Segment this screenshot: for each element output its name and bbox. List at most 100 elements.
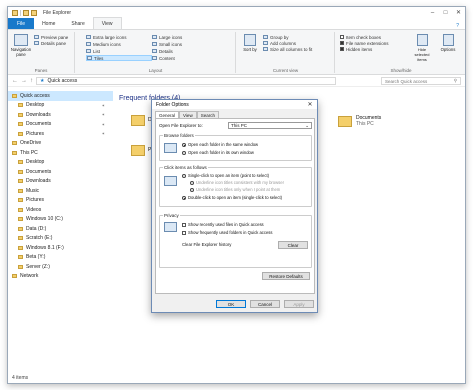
nav-item[interactable]: Data (D:) [8, 224, 113, 234]
restore-defaults-button[interactable]: Restore Defaults [262, 272, 310, 280]
own-window-radio[interactable]: Open each folder in its own window [182, 150, 254, 155]
click-items-group: Click items as follows Single-click to o… [159, 165, 312, 207]
documents-folder-icon[interactable] [338, 116, 352, 127]
nav-item[interactable]: Documents ✶ [8, 120, 113, 130]
folder-icon [18, 188, 23, 193]
browse-folders-illustration [164, 143, 177, 153]
size-columns-button[interactable]: Size all columns to fit [263, 46, 312, 52]
tab-search[interactable]: Search [196, 111, 219, 118]
back-icon[interactable]: ← [12, 78, 18, 84]
tab-view[interactable]: View [179, 111, 197, 118]
folder-icon[interactable] [131, 145, 145, 156]
open-to-select[interactable]: This PC ⌄ [228, 122, 312, 129]
file-extensions-checkbox[interactable]: File name extensions [340, 40, 389, 46]
folder-icon [18, 103, 23, 108]
current-view-group: Sort by Group by Add columns Size all co… [237, 32, 335, 73]
options-button[interactable]: Options [436, 34, 460, 52]
nav-item[interactable]: Windows 8.1 (F:) [8, 243, 113, 253]
tab-file[interactable]: File [8, 18, 35, 29]
status-bar: 4 items [12, 375, 29, 381]
up-icon[interactable]: ↑ [30, 78, 33, 84]
nav-item[interactable]: Desktop [8, 158, 113, 168]
tab-general[interactable]: General [155, 111, 180, 118]
dialog-title-bar: Folder Options ✕ [152, 100, 317, 109]
search-input[interactable]: Search Quick access ⚲ [381, 77, 461, 85]
forward-icon[interactable]: → [21, 78, 27, 84]
nav-item[interactable]: Beta (Y:) [8, 253, 113, 263]
layout-details[interactable]: Details [152, 48, 212, 54]
help-icon[interactable]: ? [456, 23, 459, 29]
tab-home[interactable]: Home [34, 18, 63, 29]
navigation-pane: Quick access Desktop ✶ Downloads ✶ Documents ✶… [8, 91, 113, 371]
chevron-down-icon: ⌄ [305, 122, 309, 128]
folder-icon [18, 160, 23, 165]
folder-icon[interactable] [131, 115, 145, 126]
layout-medium-icons[interactable]: Medium icons [86, 41, 152, 47]
ok-button[interactable]: OK [216, 300, 246, 308]
folder-icon [18, 226, 23, 231]
hide-selected-button[interactable]: Hide selected items [410, 34, 434, 62]
close-icon[interactable]: ✕ [452, 7, 465, 18]
pin-icon: ✶ [101, 131, 105, 137]
underline-browser-radio[interactable]: Underline icon titles consistent with my… [190, 180, 284, 185]
show-recent-files-checkbox[interactable]: Show recently used files in Quick access [182, 222, 264, 227]
folder-icon [12, 274, 17, 279]
nav-item[interactable]: Documents [8, 167, 113, 177]
details-pane-icon [34, 41, 39, 45]
nav-item[interactable]: Server (Z:) [8, 262, 113, 272]
nav-item[interactable]: Scratch (E:) [8, 234, 113, 244]
layout-tiles[interactable]: Tiles [86, 55, 152, 61]
navigation-pane-button[interactable]: Navigation pane [10, 34, 32, 57]
folder-icon [18, 122, 23, 127]
new-folder-icon[interactable] [31, 9, 37, 16]
nav-item[interactable]: This PC [8, 148, 113, 158]
nav-item[interactable]: Music [8, 186, 113, 196]
address-bar[interactable]: ★ Quick access [36, 76, 336, 85]
show-hide-group: Item check boxes File name extensions Hi… [336, 32, 465, 73]
details-pane-button[interactable]: Details pane [34, 40, 68, 46]
browse-folders-group: Browse folders Open each folder in the s… [159, 133, 312, 161]
apply-button[interactable]: Apply [284, 300, 314, 308]
nav-item[interactable]: Desktop ✶ [8, 101, 113, 111]
minimize-icon[interactable]: – [426, 7, 439, 18]
same-window-radio[interactable]: Open each folder in the same window [182, 142, 258, 147]
hide-selected-icon [416, 34, 428, 46]
layout-small-icons[interactable]: Small icons [152, 41, 212, 47]
preview-pane-icon [34, 35, 39, 39]
underline-point-radio[interactable]: Underline icon titles only when I point … [190, 187, 280, 192]
quick-access-toolbar [8, 9, 37, 16]
folder-icon [12, 141, 17, 146]
close-icon[interactable]: ✕ [305, 100, 315, 108]
nav-item[interactable]: Windows 10 (C:) [8, 215, 113, 225]
layout-list[interactable]: List [86, 48, 152, 54]
nav-item[interactable]: Quick access [8, 91, 113, 101]
nav-item[interactable]: OneDrive [8, 139, 113, 149]
nav-item[interactable]: Downloads ✶ [8, 110, 113, 120]
sort-by-button[interactable]: Sort by [240, 34, 260, 52]
cancel-button[interactable]: Cancel [250, 300, 280, 308]
layout-extra-large-icons[interactable]: Extra large icons [86, 34, 152, 40]
double-click-radio[interactable]: Double-click to open an item (single-cli… [182, 195, 282, 200]
folder-icon [18, 169, 23, 174]
show-frequent-folders-checkbox[interactable]: Show frequently used folders in Quick ac… [182, 230, 273, 235]
tab-view[interactable]: View [92, 17, 122, 29]
folder-icon [18, 112, 23, 117]
layout-large-icons[interactable]: Large icons [152, 34, 212, 40]
tab-share[interactable]: Share [63, 18, 92, 29]
properties-icon[interactable] [23, 9, 29, 16]
folder-icon [18, 179, 23, 184]
nav-item[interactable]: Downloads [8, 177, 113, 187]
layout-content[interactable]: Content [152, 55, 212, 61]
nav-item[interactable]: Pictures [8, 196, 113, 206]
nav-item[interactable]: Pictures ✶ [8, 129, 113, 139]
general-tab-panel: Open File Explorer to: This PC ⌄ Browse … [155, 118, 315, 294]
maximize-icon[interactable]: □ [439, 7, 452, 18]
nav-item[interactable]: Network [8, 272, 113, 282]
clear-history-button[interactable]: Clear [278, 241, 308, 249]
single-click-radio[interactable]: Single-click to open an item (point to s… [182, 173, 269, 178]
click-items-illustration [164, 176, 177, 186]
panes-group: Navigation pane Preview pane Details pan… [8, 32, 75, 73]
nav-item[interactable]: Videos [8, 205, 113, 215]
folder-options-dialog: Folder Options ✕ General View Search Ope… [151, 99, 318, 313]
hidden-items-checkbox[interactable]: Hidden items [340, 46, 389, 52]
